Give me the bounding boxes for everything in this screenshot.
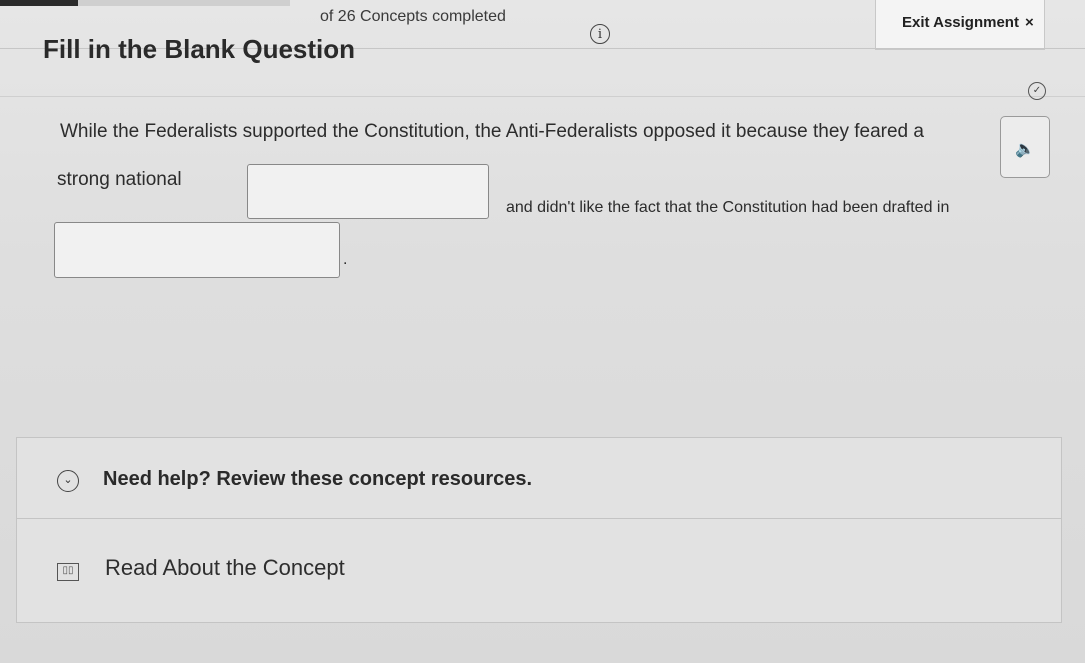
read-aloud-button[interactable]: 🔈 <box>1000 116 1050 178</box>
book-icon: ▯▯ <box>57 563 79 581</box>
read-about-concept-link[interactable]: Read About the Concept <box>105 555 345 581</box>
chevron-down-icon: ⌄ <box>57 470 79 492</box>
close-icon: × <box>1024 14 1034 31</box>
title-divider <box>0 96 1085 97</box>
exit-assignment-button[interactable]: Exit Assignment × <box>875 0 1045 50</box>
page-title: Fill in the Blank Question <box>43 34 356 64</box>
resource-row[interactable]: ▯▯ Read About the Concept <box>17 533 1061 593</box>
blank-input-1[interactable] <box>247 164 489 219</box>
concepts-completed-label: of 26 Concepts completed <box>320 8 506 25</box>
exit-assignment-label: Exit Assignment <box>902 14 1019 31</box>
check-circle-icon: ✓ <box>1028 82 1046 100</box>
help-toggle[interactable]: ⌄ Need help? Review these concept resour… <box>17 438 1061 519</box>
question-text-part3: and didn't like the fact that the Consti… <box>506 199 950 216</box>
blank-input-2[interactable] <box>54 222 340 278</box>
question-text-part2: strong national <box>57 169 182 190</box>
help-title: Need help? Review these concept resource… <box>103 468 533 490</box>
progress-fill <box>0 0 79 6</box>
question-text-part1: While the Federalists supported the Cons… <box>60 121 924 142</box>
help-panel: ⌄ Need help? Review these concept resour… <box>16 437 1062 623</box>
assignment-page: of 26 Concepts completed i Exit Assignme… <box>0 0 1085 663</box>
top-bar: of 26 Concepts completed i Exit Assignme… <box>0 0 1085 50</box>
info-icon[interactable]: i <box>590 24 610 44</box>
progress-bar <box>0 0 290 6</box>
question-text-part4: . <box>343 251 348 268</box>
speaker-icon: 🔈 <box>1015 141 1035 158</box>
